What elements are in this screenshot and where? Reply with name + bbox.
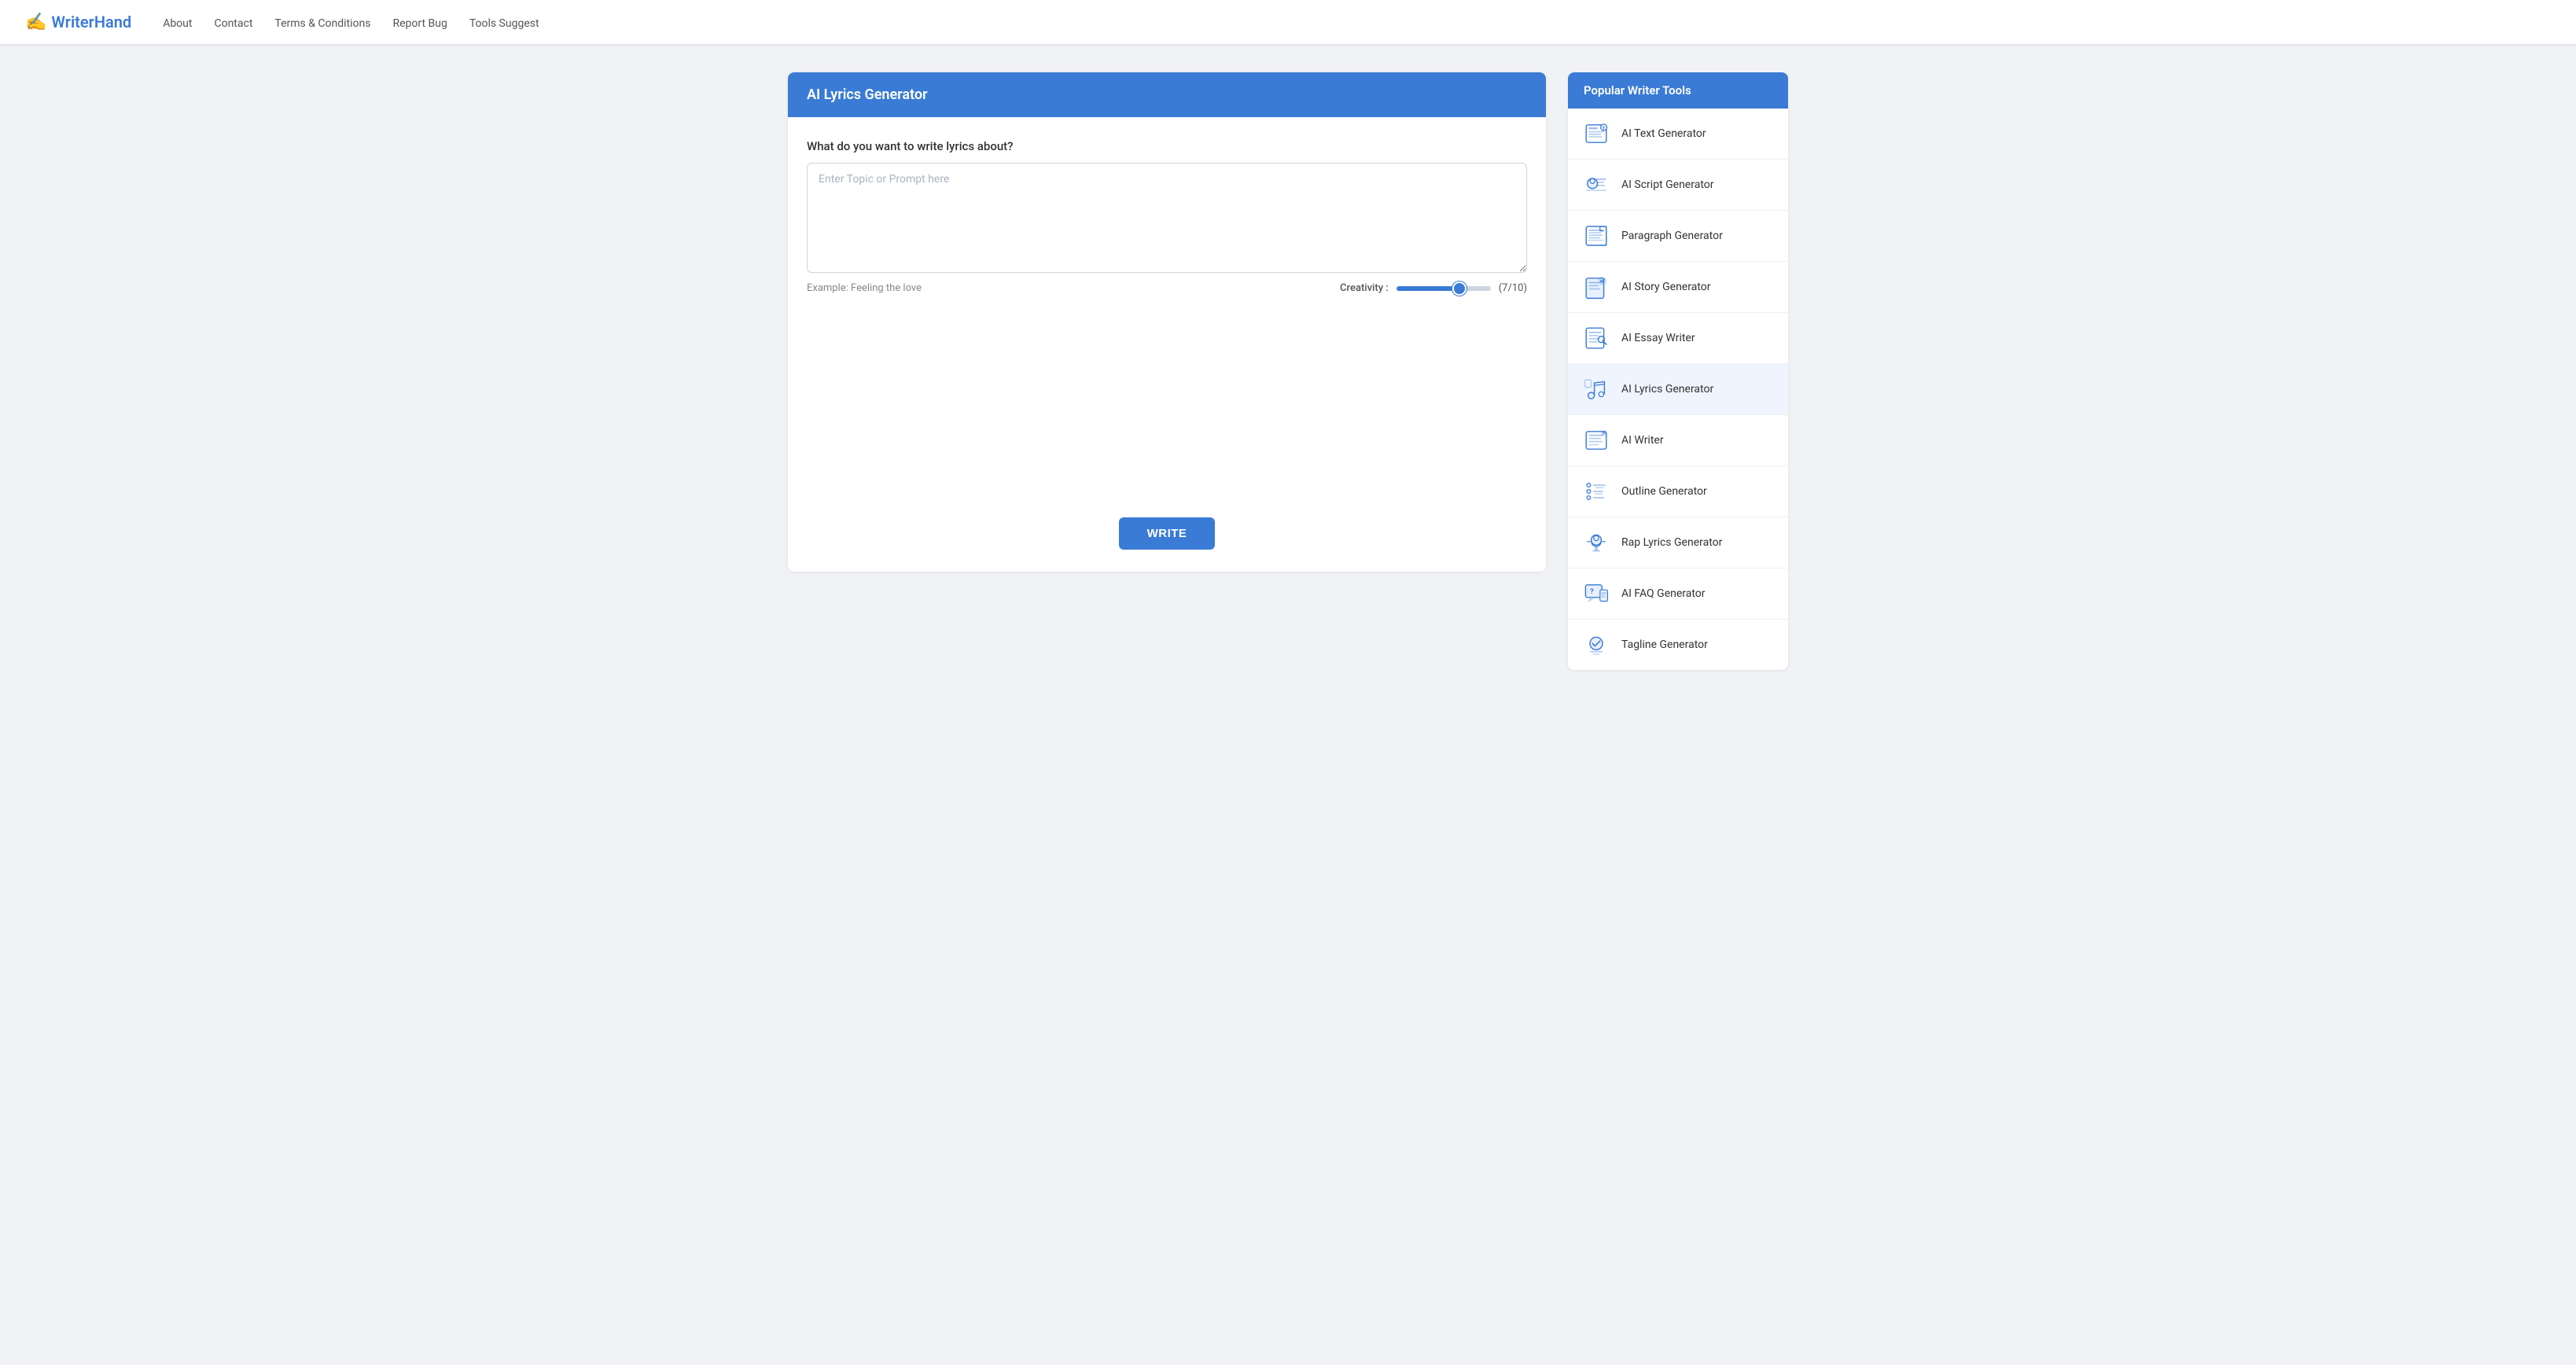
sidebar-item-label-outline-gen: Outline Generator [1621,485,1707,498]
sidebar-item-label-story-gen: AI Story Generator [1621,281,1711,293]
paragraph-gen-icon [1582,222,1610,250]
field-label: What do you want to write lyrics about? [807,139,1527,153]
creativity-row: Creativity : (7/10) [1340,282,1527,294]
navbar: ✍ WriterHand About Contact Terms & Condi… [0,0,2576,44]
meta-row: Example: Feeling the love Creativity : (… [807,282,1527,294]
creativity-value: (7/10) [1499,282,1527,294]
sidebar-item-label-text-gen: AI Text Generator [1621,127,1706,140]
sidebar-item-tagline-gen[interactable]: Tagline Generator [1568,620,1788,670]
rap-gen-icon [1582,528,1610,557]
nav-contact[interactable]: Contact [214,17,252,30]
sidebar-item-label-essay-writer: AI Essay Writer [1621,332,1695,344]
outline-gen-icon [1582,477,1610,506]
example-text: Example: Feeling the love [807,282,922,294]
logo-icon: ✍ [25,13,46,32]
page-layout: AI Lyrics Generator What do you want to … [769,44,1807,698]
sidebar-item-label-rap-gen: Rap Lyrics Generator [1621,536,1722,549]
sidebar: Popular Writer Tools T AI Text Genera [1568,72,1788,670]
ai-writer-icon: AI [1582,426,1610,454]
nav-links: About Contact Terms & Conditions Report … [163,15,539,30]
nav-terms[interactable]: Terms & Conditions [274,17,370,30]
spacer-area [807,319,1527,508]
sidebar-list: T AI Text Generator AI S [1568,109,1788,670]
sidebar-item-label-lyrics-gen: AI Lyrics Generator [1621,383,1713,396]
nav-about[interactable]: About [163,17,192,30]
write-button[interactable]: WRITE [1119,517,1216,550]
sidebar-header: Popular Writer Tools [1568,72,1788,109]
sidebar-item-story-gen[interactable]: AI Story Generator [1568,262,1788,313]
sidebar-item-paragraph-gen[interactable]: Paragraph Generator [1568,211,1788,262]
story-gen-icon [1582,273,1610,301]
card-header: AI Lyrics Generator [788,72,1546,117]
essay-writer-icon [1582,324,1610,352]
write-btn-row: WRITE [807,517,1527,550]
creativity-slider[interactable] [1397,286,1491,291]
logo[interactable]: ✍ WriterHand [25,13,131,32]
lyrics-gen-icon [1582,375,1610,403]
sidebar-item-faq-gen[interactable]: ? AI FAQ Generator [1568,568,1788,620]
sidebar-item-rap-gen[interactable]: Rap Lyrics Generator [1568,517,1788,568]
svg-text:?: ? [1590,587,1594,596]
script-gen-icon [1582,171,1610,199]
sidebar-item-label-ai-writer: AI Writer [1621,434,1664,447]
faq-gen-icon: ? [1582,579,1610,608]
creativity-label: Creativity : [1340,282,1389,294]
sidebar-item-label-faq-gen: AI FAQ Generator [1621,587,1706,600]
sidebar-item-lyrics-gen[interactable]: AI Lyrics Generator [1568,364,1788,415]
text-gen-icon: T [1582,120,1610,148]
sidebar-item-label-tagline-gen: Tagline Generator [1621,638,1708,651]
page-title: AI Lyrics Generator [807,86,1527,103]
sidebar-item-essay-writer[interactable]: AI Essay Writer [1568,313,1788,364]
nav-tools-suggest[interactable]: Tools Suggest [469,17,539,30]
nav-report-bug[interactable]: Report Bug [392,17,447,30]
svg-text:AI: AI [1603,431,1606,436]
sidebar-header-title: Popular Writer Tools [1584,83,1772,98]
main-card: AI Lyrics Generator What do you want to … [788,72,1546,572]
logo-text: WriterHand [51,13,131,31]
sidebar-item-outline-gen[interactable]: Outline Generator [1568,466,1788,517]
sidebar-item-label-script-gen: AI Script Generator [1621,178,1714,191]
prompt-textarea[interactable] [807,163,1527,273]
sidebar-item-ai-writer[interactable]: AI AI Writer [1568,415,1788,466]
sidebar-item-text-gen[interactable]: T AI Text Generator [1568,109,1788,160]
svg-text:T: T [1603,127,1606,131]
sidebar-item-script-gen[interactable]: AI Script Generator [1568,160,1788,211]
tagline-gen-icon [1582,631,1610,659]
sidebar-item-label-paragraph-gen: Paragraph Generator [1621,230,1723,242]
card-body: What do you want to write lyrics about? … [788,117,1546,572]
